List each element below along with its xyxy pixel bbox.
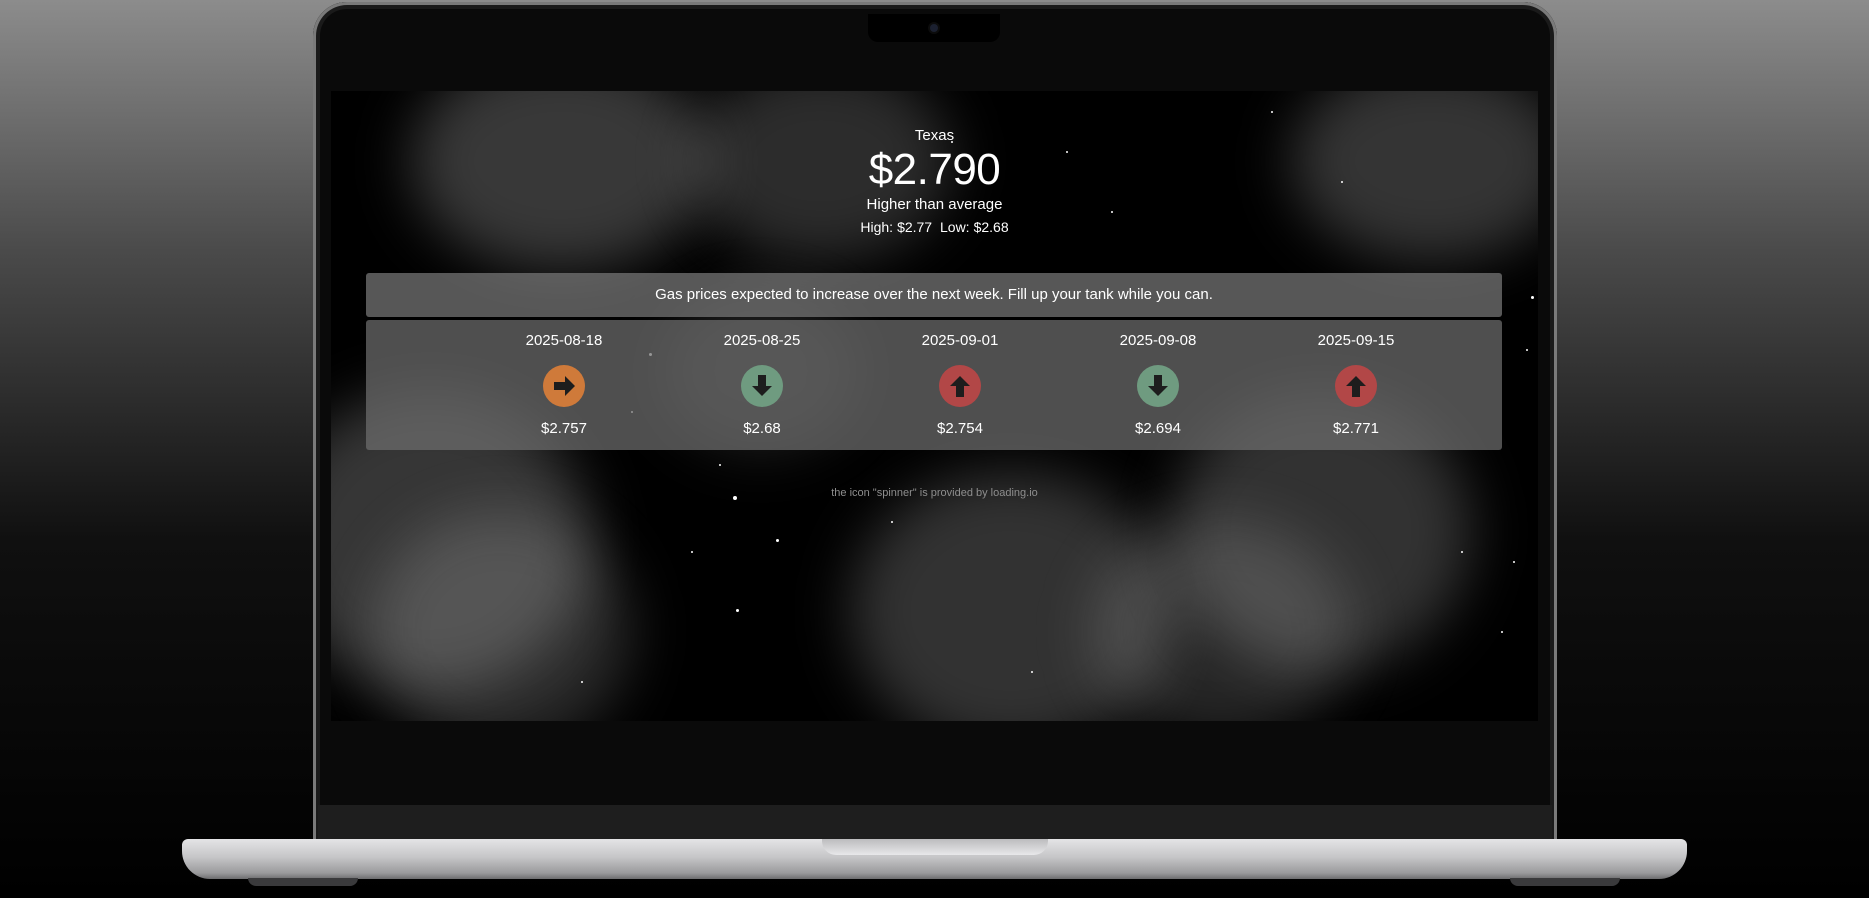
- icon-credit: the icon "spinner" is provided by loadin…: [331, 487, 1538, 499]
- forecast-price: $2.694: [1135, 420, 1181, 437]
- loading-io-link[interactable]: loading.io: [991, 487, 1038, 499]
- forecast-date: 2025-09-15: [1317, 332, 1395, 349]
- camera-icon: [930, 24, 938, 32]
- forecast-date: 2025-08-18: [525, 332, 603, 349]
- low-label: Low:: [940, 219, 970, 235]
- average-comparison: Higher than average: [866, 196, 1003, 213]
- weekly-forecast: 2025-08-18 $2.757 2025-08-25 $2.68 2025-…: [366, 320, 1502, 450]
- forecast-banner: Gas prices expected to increase over the…: [366, 273, 1502, 317]
- price-header: Texas $2.790 Higher than average High: $2…: [331, 127, 1538, 239]
- high-low-range: High: $2.77 Low: $2.68: [331, 215, 1538, 239]
- low-value: $2.68: [973, 219, 1009, 235]
- forecast-price: $2.68: [743, 420, 781, 437]
- forecast-date: 2025-09-08: [1119, 332, 1197, 349]
- current-price: $2.790: [868, 145, 1001, 194]
- forecast-date: 2025-09-01: [921, 332, 999, 349]
- laptop-foot-left: [248, 878, 358, 886]
- forecast-date: 2025-08-25: [723, 332, 801, 349]
- forecast-price: $2.754: [937, 420, 983, 437]
- location-label: Texas: [914, 127, 955, 144]
- down-arrow-icon: [1137, 365, 1179, 407]
- trackpad-notch: [822, 839, 1048, 855]
- high-value: $2.77: [897, 219, 933, 235]
- high-label: High:: [860, 219, 894, 235]
- lid-bottom-bezel: [318, 805, 1552, 839]
- up-arrow-icon: [1335, 365, 1377, 407]
- credit-text: the icon "spinner" is provided by: [831, 487, 991, 499]
- right-arrow-icon: [543, 365, 585, 407]
- down-arrow-icon: [741, 365, 783, 407]
- laptop-foot-right: [1510, 878, 1620, 886]
- screen: Texas $2.790 Higher than average High: $2…: [331, 91, 1538, 721]
- forecast-price: $2.771: [1333, 420, 1379, 437]
- forecast-price: $2.757: [541, 420, 587, 437]
- up-arrow-icon: [939, 365, 981, 407]
